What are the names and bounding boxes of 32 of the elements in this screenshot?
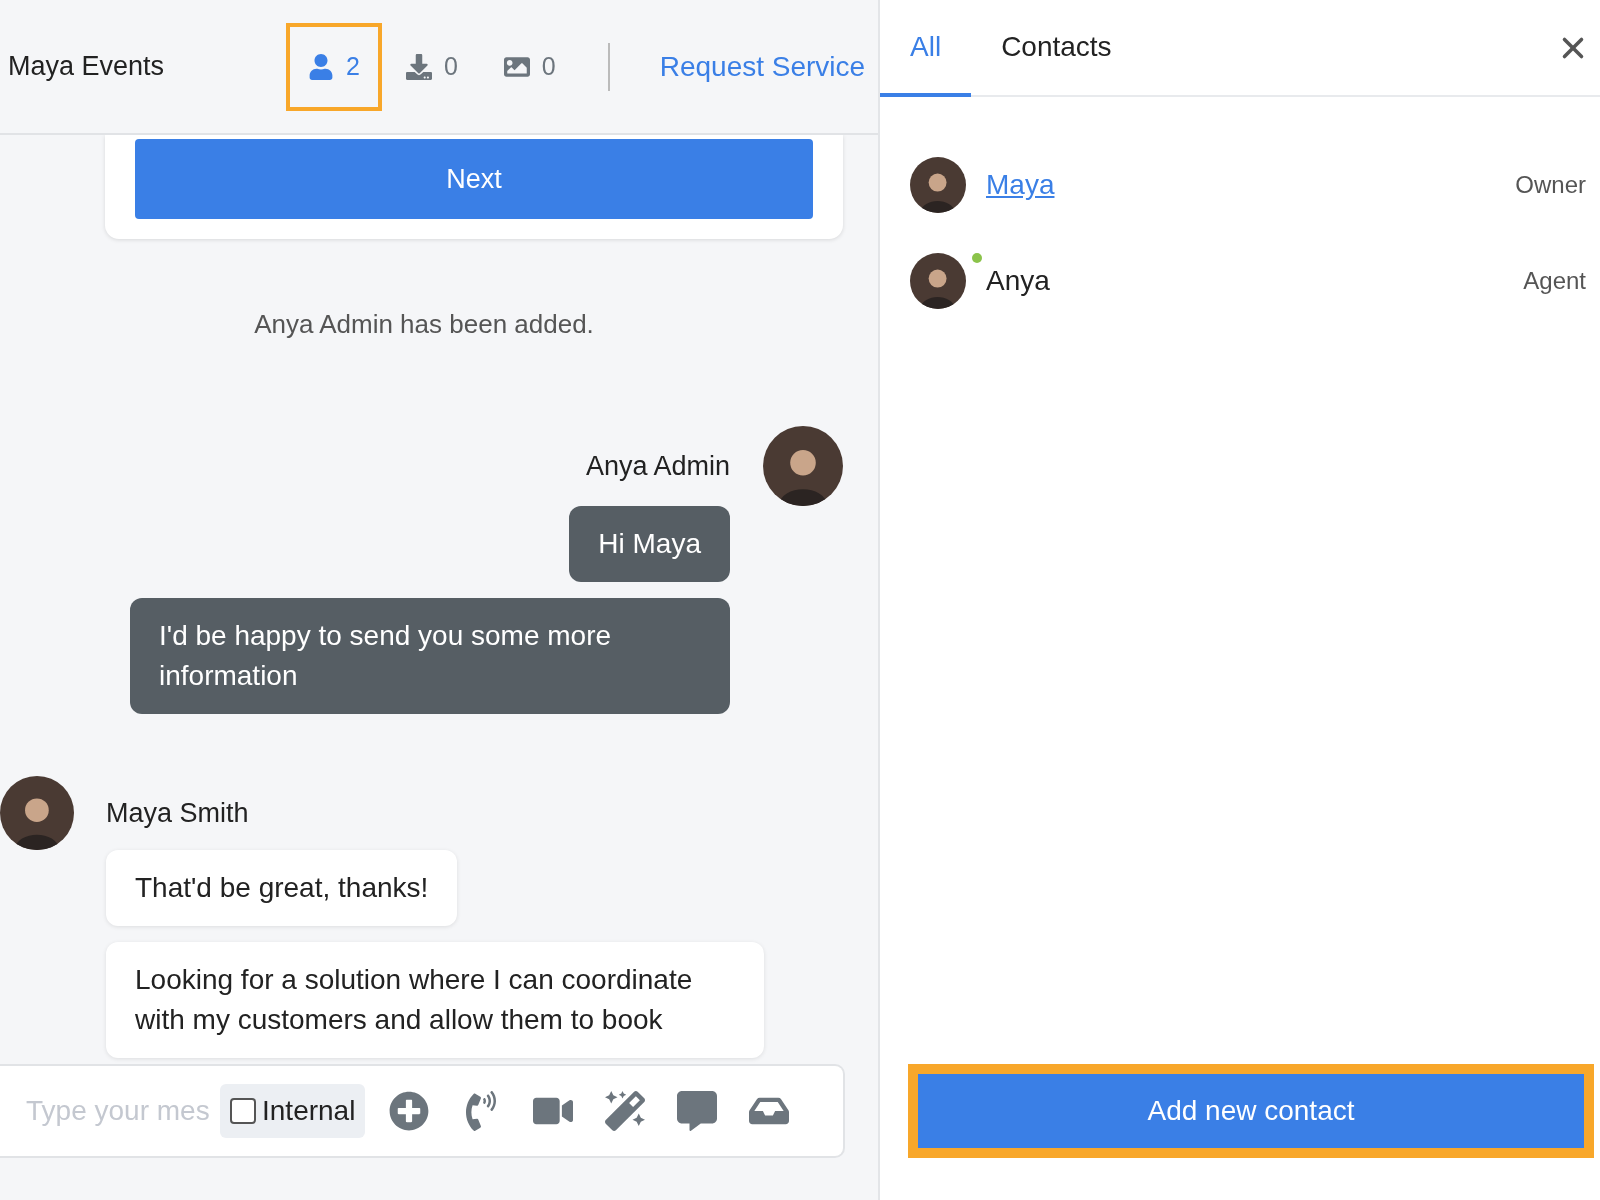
system-message: Anya Admin has been added. [253,309,595,340]
internal-toggle[interactable]: Internal [220,1084,366,1138]
avatar [910,157,966,213]
contact-role: Owner [1515,171,1586,199]
download-icon [405,53,432,80]
magic-wand-icon[interactable] [605,1091,646,1131]
sender-name: Anya Admin [585,449,730,483]
contact-row[interactable]: Anya Agent [910,253,1586,309]
contact-role: Agent [1523,267,1586,295]
next-button[interactable]: Next [135,139,813,219]
contact-row[interactable]: Maya Owner [910,157,1586,213]
message-bubble: I'd be happy to send you some more information [130,598,730,714]
counter-button[interactable]: 0 [481,22,578,111]
checkbox[interactable] [230,1098,256,1124]
sender-name: Maya Smith [106,796,249,830]
contact-name: Anya [986,265,1050,297]
counter-button[interactable]: 0 [383,22,480,111]
add-icon[interactable] [389,1091,430,1131]
person-icon [308,53,334,80]
add-contact-button[interactable]: Add new contact [918,1074,1584,1148]
contact-link[interactable]: Maya [986,169,1055,201]
conversation-title: Maya Events [8,51,166,82]
counter-button[interactable]: 2 [286,22,382,111]
avatar [910,253,966,309]
message-bubble: Looking for a solution where I can coordinate with my customers and allow them to book [106,942,764,1058]
panel-tab[interactable]: All [880,0,972,97]
message-bubble: Hi Maya [569,506,730,582]
request-service-link[interactable]: Request Service [659,50,866,83]
panel-tab[interactable]: Contacts [971,0,1142,97]
speech-bubble-icon[interactable] [677,1091,718,1131]
message-input[interactable]: Type your mes [24,1094,220,1128]
message-bubble: That'd be great, thanks! [106,850,458,926]
